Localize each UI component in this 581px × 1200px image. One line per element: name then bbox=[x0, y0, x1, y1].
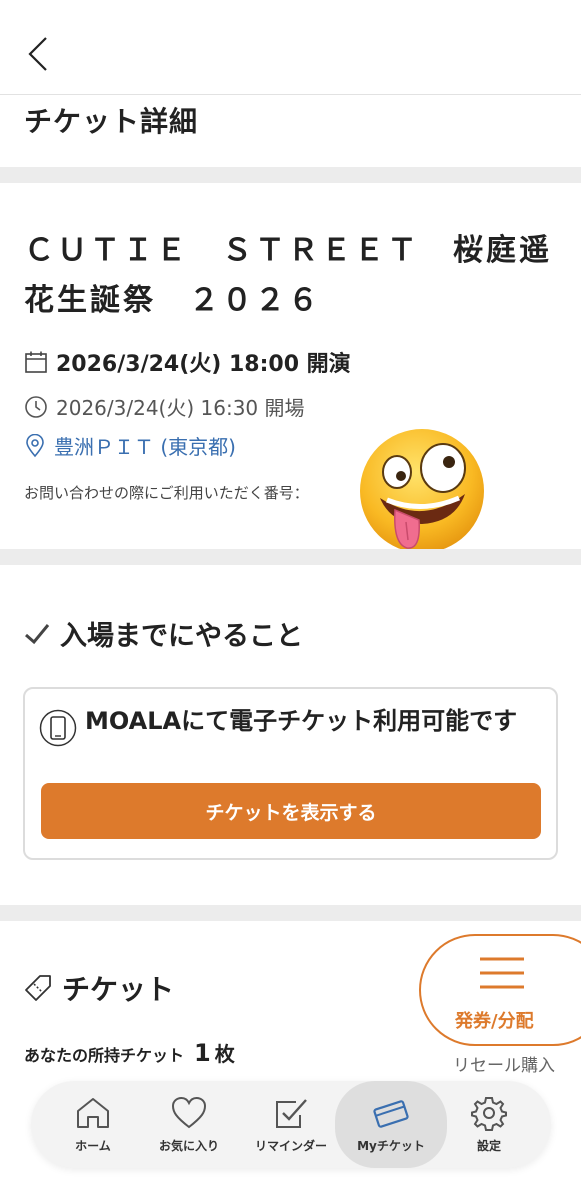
nav-settings[interactable]: 設定 bbox=[451, 1081, 527, 1168]
nav-favorites[interactable]: お気に入り bbox=[143, 1081, 235, 1168]
ticket-icon bbox=[373, 1100, 409, 1128]
section-divider bbox=[0, 905, 581, 921]
bottom-nav: ホーム お気に入り リマインダー Myチケット 設定 bbox=[31, 1081, 551, 1168]
todo-section-title: 入場までにやること bbox=[22, 614, 303, 653]
nav-favorites-label: お気に入り bbox=[158, 1139, 219, 1153]
nav-settings-label: 設定 bbox=[476, 1139, 501, 1153]
menu-icon bbox=[480, 957, 524, 989]
venue-text: 豊洲ＰＩＴ (東京都) bbox=[54, 435, 236, 459]
resale-purchase-link[interactable]: リセール購入 bbox=[453, 1051, 555, 1076]
smartphone-icon bbox=[39, 709, 77, 747]
owned-tickets-count: 1 bbox=[194, 1039, 211, 1067]
section-divider bbox=[0, 167, 581, 183]
ticket-title-text: チケット bbox=[62, 973, 175, 1006]
owned-tickets-label: あなたの所持チケット bbox=[24, 1046, 185, 1065]
nav-home-label: ホーム bbox=[75, 1139, 111, 1153]
ticket-section-title: チケット bbox=[22, 968, 174, 1008]
location-pin-icon bbox=[24, 433, 46, 458]
owned-tickets-unit: 枚 bbox=[214, 1042, 235, 1066]
nav-reminder[interactable]: リマインダー bbox=[243, 1081, 339, 1168]
back-button[interactable] bbox=[24, 36, 54, 72]
venue-link[interactable]: 豊洲ＰＩＴ (東京都) bbox=[24, 431, 236, 460]
eticket-info-text: MOALAにて電子チケット利用可能です bbox=[85, 707, 518, 735]
clock-icon bbox=[24, 395, 48, 419]
event-open-text: 2026/3/24(火) 16:30 開場 bbox=[56, 396, 305, 420]
event-start-text: 2026/3/24(火) 18:00 開演 bbox=[56, 352, 351, 377]
zany-face-sticker-icon bbox=[360, 429, 484, 553]
ticket-tag-icon bbox=[22, 972, 54, 1004]
event-title: ＣＵＴＩＥ ＳＴＲＥＥＴ 桜庭遥花生誕祭 ２０２６ bbox=[24, 233, 552, 318]
calendar-icon bbox=[24, 350, 48, 374]
chevron-left-icon bbox=[28, 37, 47, 71]
checkbox-icon bbox=[276, 1099, 307, 1128]
heart-icon bbox=[171, 1096, 207, 1129]
inquiry-number-label: お問い合わせの際にご利用いただく番号： bbox=[24, 484, 309, 502]
checkmark-icon bbox=[22, 619, 52, 649]
nav-reminder-label: リマインダー bbox=[254, 1139, 327, 1153]
owned-tickets-row: あなたの所持チケット 1 枚 bbox=[24, 1038, 235, 1067]
top-bar bbox=[0, 0, 581, 95]
gear-icon bbox=[471, 1097, 507, 1131]
section-divider bbox=[0, 549, 581, 565]
issue-distribute-button[interactable]: 発券/分配 bbox=[419, 934, 581, 1046]
todo-title-text: 入場までにやること bbox=[60, 621, 303, 652]
event-start-row: 2026/3/24(火) 18:00 開演 bbox=[24, 346, 351, 378]
issue-distribute-label: 発券/分配 bbox=[455, 1011, 534, 1032]
event-open-row: 2026/3/24(火) 16:30 開場 bbox=[24, 392, 305, 421]
page-title: チケット詳細 bbox=[24, 105, 199, 138]
home-icon bbox=[77, 1098, 109, 1128]
eticket-card: MOALAにて電子チケット利用可能です チケットを表示する bbox=[23, 687, 558, 860]
show-ticket-button[interactable]: チケットを表示する bbox=[41, 783, 541, 839]
nav-my-tickets[interactable]: Myチケット bbox=[335, 1081, 447, 1168]
nav-home[interactable]: ホーム bbox=[53, 1081, 133, 1168]
nav-my-tickets-label: Myチケット bbox=[357, 1139, 425, 1153]
